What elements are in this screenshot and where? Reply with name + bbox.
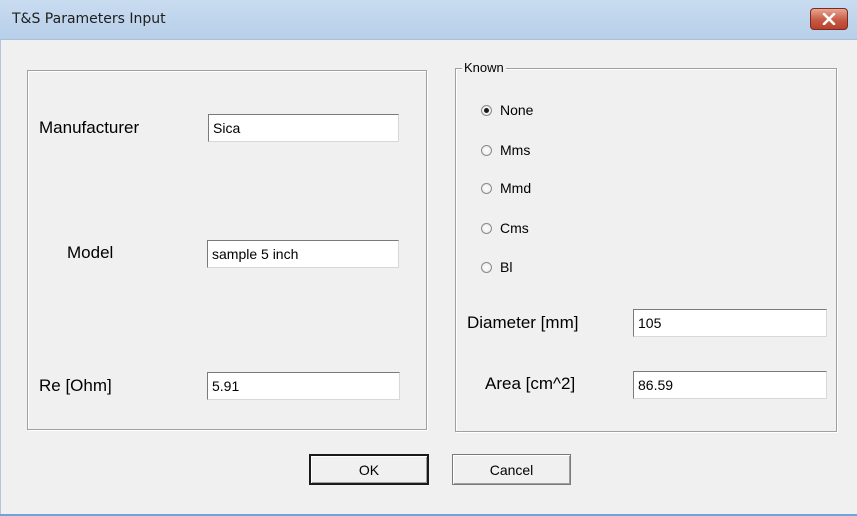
radio-selected-dot [484, 107, 489, 113]
radio-mms[interactable]: Mms [481, 142, 530, 158]
radio-bl[interactable]: Bl [481, 259, 512, 275]
area-input[interactable] [633, 371, 827, 399]
re-ohm-label: Re [Ohm] [39, 376, 112, 395]
radio-button[interactable] [481, 144, 492, 156]
cancel-button[interactable]: Cancel [452, 454, 571, 485]
diameter-label: Diameter [mm] [467, 313, 579, 332]
radio-label: None [500, 102, 534, 118]
radio-button[interactable] [481, 222, 492, 234]
radio-label: Mmd [500, 180, 532, 196]
radio-label: Bl [500, 259, 513, 275]
window-title: T&S Parameters Input [12, 11, 166, 27]
title-bar[interactable]: T&S Parameters Input [0, 0, 857, 40]
radio-label: Mms [500, 142, 531, 158]
close-button[interactable] [810, 8, 848, 30]
ok-button[interactable]: OK [309, 454, 429, 485]
area-label: Area [cm^2] [485, 374, 576, 393]
radio-label: Cms [500, 220, 529, 236]
re-ohm-input[interactable] [207, 372, 400, 400]
radio-button[interactable] [481, 182, 492, 194]
dialog-body: Manufacturer Model Re [Ohm] Known None M… [0, 40, 857, 516]
manufacturer-label: Manufacturer [39, 118, 140, 137]
radio-button[interactable] [481, 261, 492, 273]
diameter-input[interactable] [633, 309, 827, 337]
model-label: Model [67, 243, 114, 262]
close-icon [822, 13, 836, 25]
known-group-legend: Known [462, 60, 506, 75]
manufacturer-input[interactable] [208, 114, 399, 142]
model-input[interactable] [207, 240, 399, 268]
radio-none[interactable]: None [481, 102, 533, 118]
radio-button[interactable] [481, 104, 492, 116]
radio-mmd[interactable]: Mmd [481, 180, 531, 196]
radio-cms[interactable]: Cms [481, 220, 529, 236]
